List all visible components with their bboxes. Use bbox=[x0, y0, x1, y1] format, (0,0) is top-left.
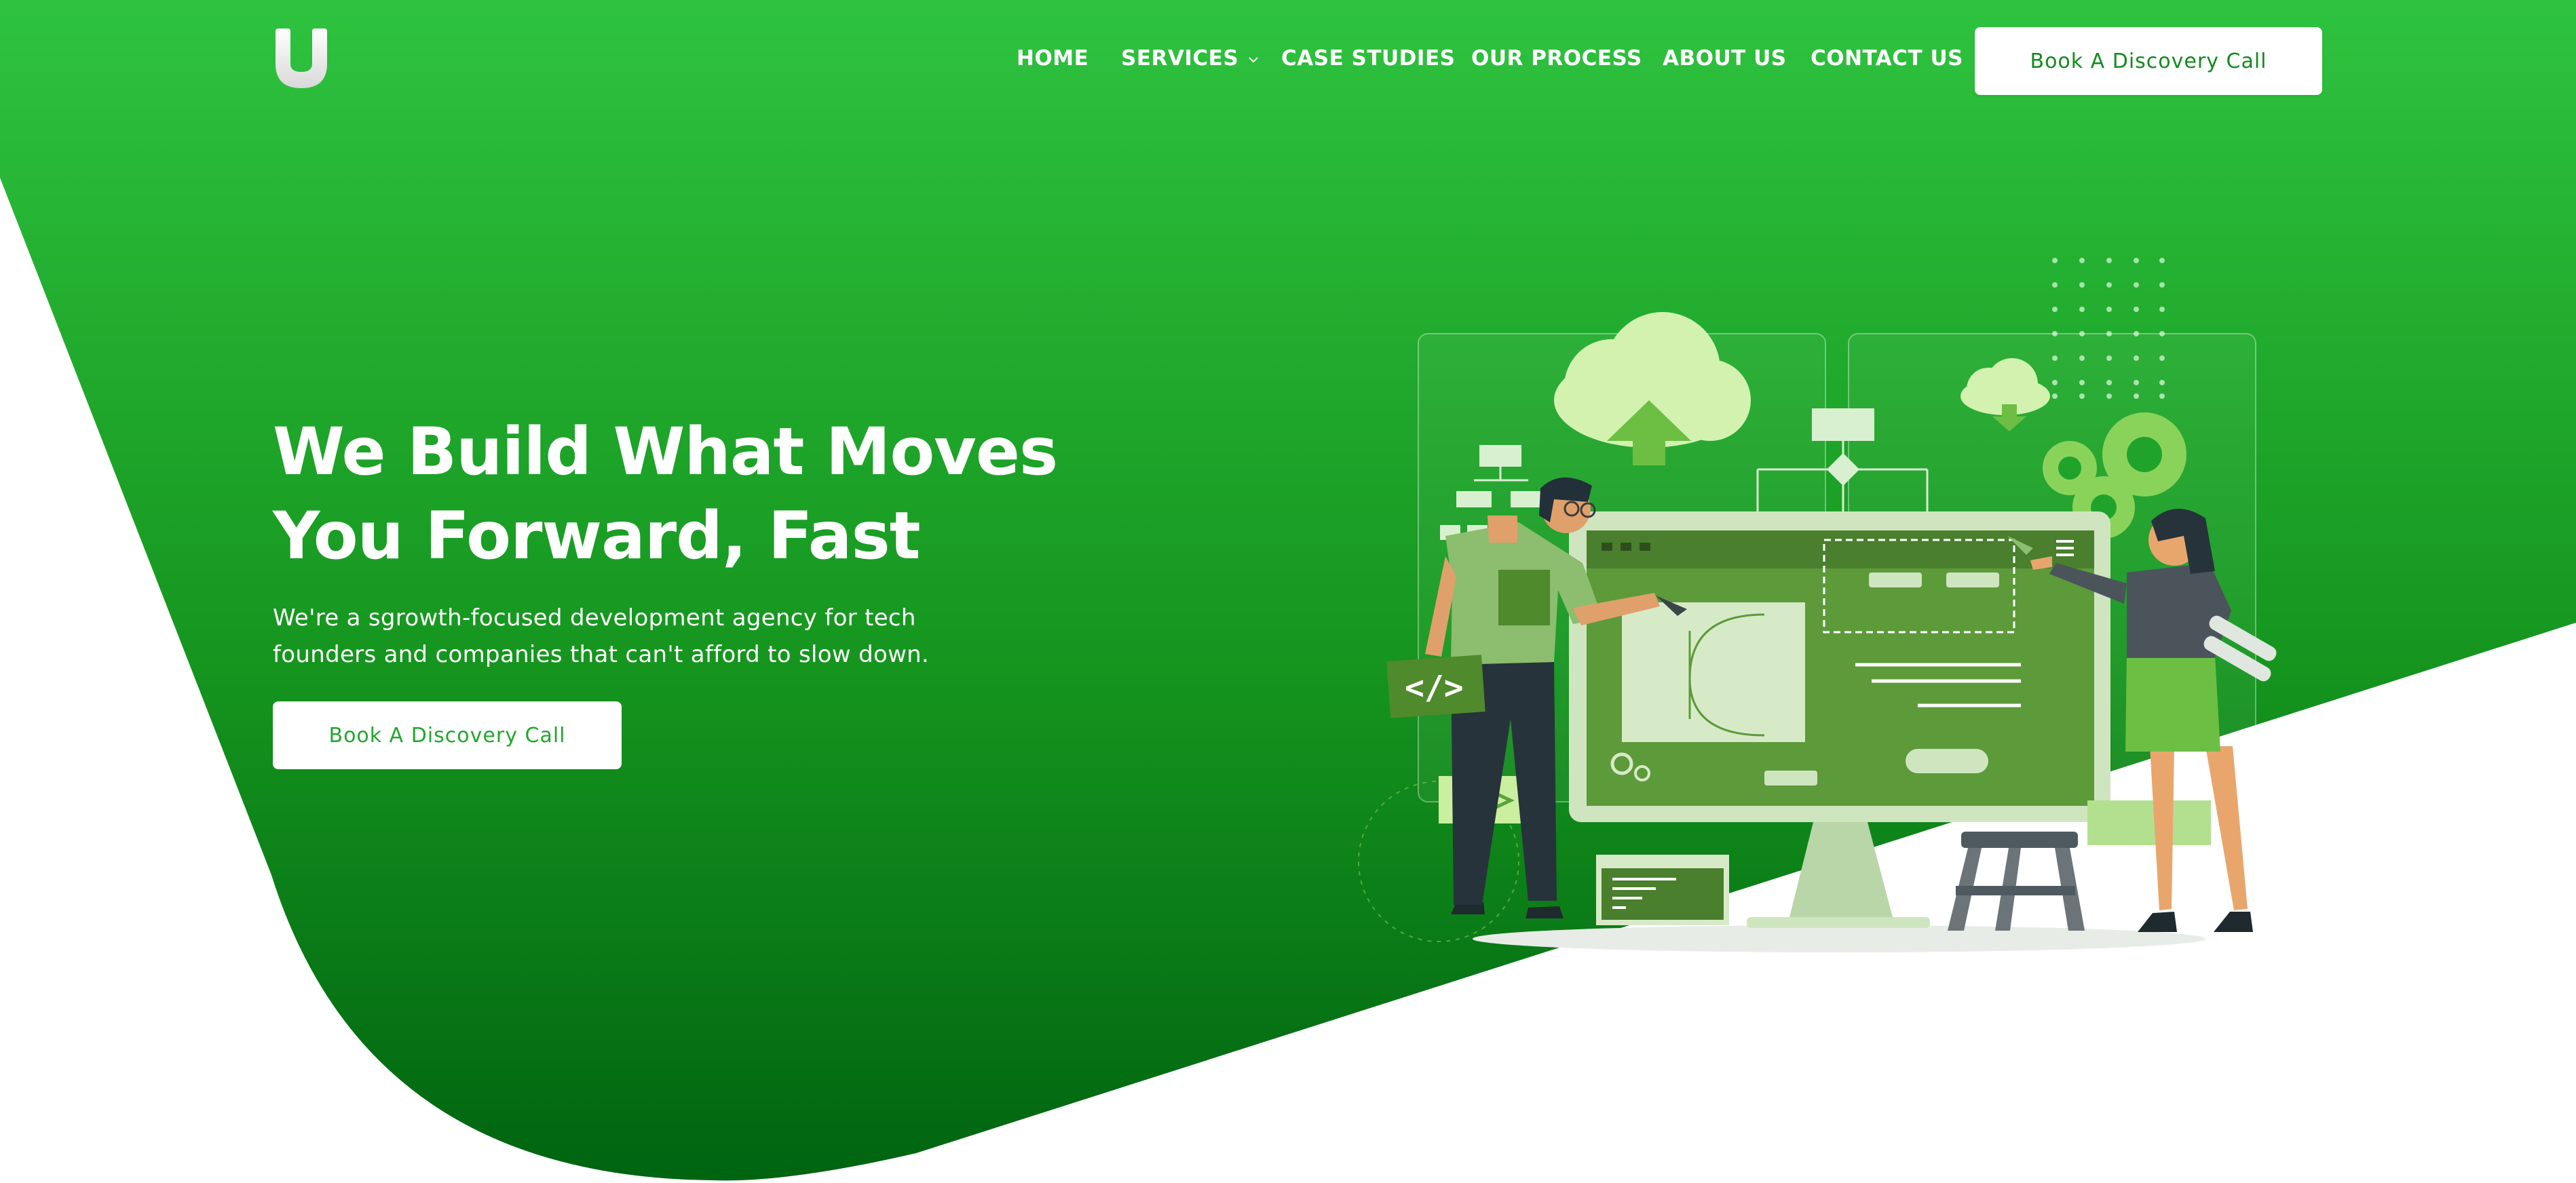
svg-text:</>: </> bbox=[1405, 669, 1464, 707]
hero-subtitle-line-1: We're a sgrowth-focused development agen… bbox=[273, 604, 916, 632]
hero-title-line-2: You Forward, Fast bbox=[273, 498, 921, 574]
hero-book-call-button[interactable]: Book A Discovery Call bbox=[273, 701, 622, 769]
mini-card-right bbox=[2087, 800, 2211, 845]
nav-contact-us[interactable]: CONTACT US bbox=[1811, 46, 1963, 71]
nav-services-label: SERVICES bbox=[1121, 46, 1239, 71]
hero-illustration: </> bbox=[1358, 258, 2277, 952]
code-card-bottom bbox=[1596, 855, 1729, 925]
nav-home[interactable]: HOME bbox=[1017, 46, 1088, 71]
hero-subtitle: We're a sgrowth-focused development agen… bbox=[273, 600, 985, 673]
code-tag-icon: </> bbox=[1386, 655, 1485, 718]
step-ladder bbox=[1948, 832, 2085, 931]
nav-services[interactable]: SERVICES bbox=[1121, 46, 1259, 71]
nav-our-process[interactable]: OUR PROCESS bbox=[1471, 46, 1642, 71]
nav-book-call-button[interactable]: Book A Discovery Call bbox=[1975, 27, 2322, 95]
hero-title-line-1: We Build What Moves bbox=[273, 414, 1058, 490]
ground-shadow bbox=[1473, 925, 2205, 952]
hero-title: We Build What Moves You Forward, Fast bbox=[273, 410, 1087, 578]
chevron-down-icon bbox=[1249, 56, 1258, 62]
nav-case-studies[interactable]: CASE STUDIES bbox=[1281, 46, 1455, 71]
u-logo-icon[interactable] bbox=[273, 27, 330, 90]
nav-about-us[interactable]: ABOUT US bbox=[1663, 46, 1787, 71]
hero-subtitle-line-2: founders and companies that can't afford… bbox=[273, 641, 930, 668]
